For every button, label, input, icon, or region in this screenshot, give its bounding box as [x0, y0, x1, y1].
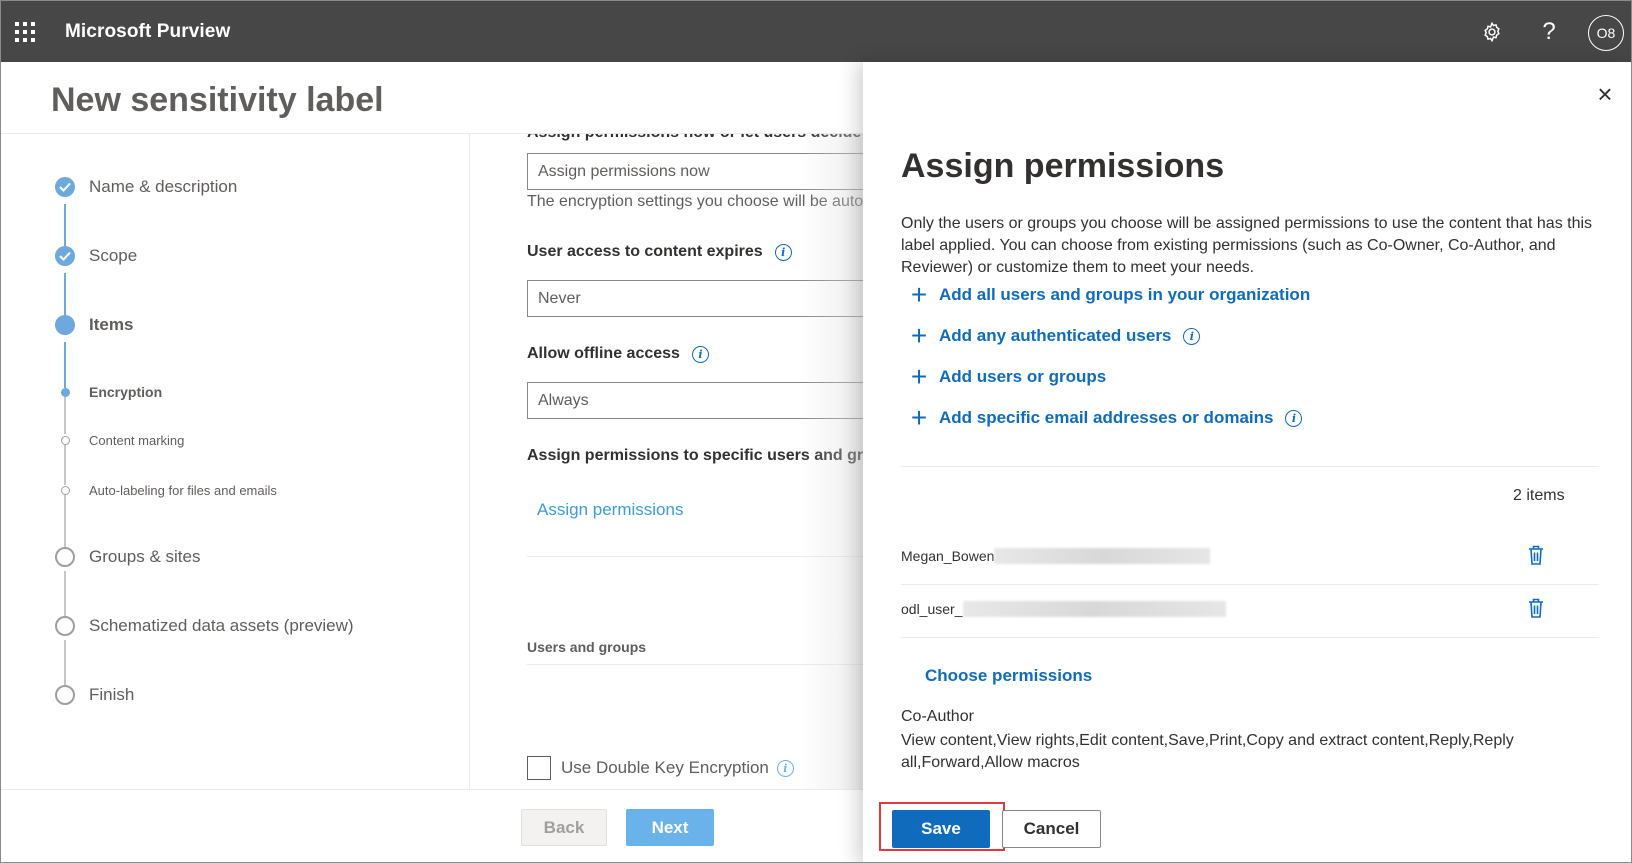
back-button[interactable]: Back — [521, 809, 607, 846]
delete-icon[interactable] — [1527, 544, 1545, 566]
offline-label-text: Allow offline access — [527, 345, 680, 362]
plus-icon: + — [910, 320, 928, 351]
table-row: odl_user_ — [901, 583, 1599, 637]
info-icon[interactable]: i — [1183, 327, 1201, 345]
step-connector — [64, 445, 66, 485]
offline-label: Allow offline access i — [527, 345, 709, 363]
add-option-label: Add any authenticated users — [939, 326, 1172, 345]
footer-divider — [1, 789, 871, 790]
users-groups-heading: Users and groups — [527, 639, 647, 655]
step-connector — [64, 204, 66, 252]
step-name-description[interactable]: Name & description — [55, 177, 237, 197]
user-name: odl_user_ — [901, 601, 1226, 617]
add-email-domains-link[interactable]: + Add specific email addresses or domain… — [909, 402, 1303, 433]
add-users-groups-link[interactable]: + Add users or groups — [909, 363, 1106, 391]
user-name: Megan_Bowen — [901, 548, 1211, 564]
info-icon[interactable]: i — [1285, 409, 1303, 427]
avatar[interactable]: O8 — [1588, 15, 1624, 51]
step-dot — [55, 685, 75, 705]
user-name-text: odl_user_ — [901, 601, 963, 617]
check-icon — [55, 246, 75, 266]
current-substep-dot — [61, 387, 70, 397]
substep-dot — [61, 486, 70, 495]
choose-permissions-link[interactable]: Choose permissions — [925, 666, 1092, 686]
add-option-label: Add all users and groups in your organiz… — [939, 285, 1311, 304]
substep-label: Auto-labeling for files and emails — [89, 483, 277, 498]
step-label: Finish — [89, 685, 135, 704]
substep-label: Encryption — [89, 384, 163, 400]
substep-auto-labeling[interactable]: Auto-labeling for files and emails — [55, 483, 277, 498]
substep-dot — [61, 436, 70, 445]
expires-label: User access to content expires i — [527, 243, 792, 261]
double-key-label: Use Double Key Encryption — [561, 758, 769, 777]
add-authenticated-users-link[interactable]: + Add any authenticated users i — [909, 320, 1201, 351]
cancel-button[interactable]: Cancel — [1002, 810, 1101, 848]
row-divider — [901, 637, 1599, 638]
info-icon[interactable]: i — [691, 345, 709, 363]
add-all-users-link[interactable]: + Add all users and groups in your organ… — [909, 281, 1310, 309]
add-option-label: Add specific email addresses or domains — [939, 408, 1274, 427]
step-label: Name & description — [89, 177, 238, 196]
step-groups-sites[interactable]: Groups & sites — [55, 547, 201, 567]
info-icon[interactable]: i — [776, 759, 794, 777]
role-name: Co-Author — [901, 708, 974, 725]
panel-title: Assign permissions — [901, 147, 1225, 185]
double-key-checkbox[interactable] — [527, 756, 551, 780]
settings-gear-icon[interactable] — [1476, 16, 1508, 48]
permissions-list: View content,View rights,Edit content,Sa… — [901, 732, 1514, 771]
wizard-steps: Name & description Scope Items Encryptio… — [1, 134, 469, 789]
step-dot — [55, 616, 75, 636]
step-dot — [55, 547, 75, 567]
step-schematized-data[interactable]: Schematized data assets (preview) — [55, 616, 354, 636]
check-icon — [55, 177, 75, 197]
panel-shadow — [800, 134, 870, 789]
top-bar: Microsoft Purview ? O8 — [1, 1, 1631, 62]
step-connector — [64, 342, 66, 388]
step-label: Scope — [89, 246, 138, 265]
substep-encryption[interactable]: Encryption — [55, 384, 162, 400]
step-label: Groups & sites — [89, 547, 201, 566]
current-step-dot — [55, 315, 75, 335]
app-launcher-icon[interactable] — [15, 22, 37, 42]
redacted-email — [994, 548, 1211, 564]
close-icon[interactable]: × — [1593, 81, 1617, 107]
step-connector — [64, 495, 66, 551]
items-count: 2 items — [1513, 487, 1565, 504]
substep-content-marking[interactable]: Content marking — [55, 433, 184, 448]
double-key-row: Use Double Key Encryption i — [527, 756, 794, 780]
plus-icon: + — [910, 402, 928, 433]
encryption-form: Assign permissions now or let users deci… — [470, 134, 870, 789]
step-label: Schematized data assets (preview) — [89, 616, 354, 635]
expires-label-text: User access to content expires — [527, 243, 763, 260]
step-items[interactable]: Items — [55, 315, 133, 335]
step-connector — [64, 273, 66, 321]
step-label: Items — [89, 315, 134, 334]
next-button[interactable]: Next — [626, 809, 714, 846]
add-option-label: Add users or groups — [939, 367, 1107, 386]
panel-divider — [901, 466, 1599, 467]
save-button[interactable]: Save — [892, 810, 990, 848]
redacted-email — [962, 601, 1226, 617]
info-icon[interactable]: i — [774, 243, 792, 261]
help-icon[interactable]: ? — [1533, 16, 1565, 48]
panel-description: Only the users or groups you choose will… — [901, 215, 1593, 276]
step-connector — [64, 396, 66, 434]
table-row: Megan_Bowen — [901, 530, 1599, 584]
assign-permissions-panel: × Assign permissions Only the users or g… — [863, 62, 1631, 862]
app-window: Microsoft Purview ? O8 New sensitivity l… — [0, 0, 1632, 863]
page-title: New sensitivity label — [51, 81, 384, 119]
step-connector — [64, 640, 66, 688]
plus-icon: + — [910, 279, 928, 310]
user-name-text: Megan_Bowen — [901, 548, 995, 564]
assign-permissions-link[interactable]: Assign permissions — [537, 500, 683, 520]
step-connector — [64, 571, 66, 619]
delete-icon[interactable] — [1527, 597, 1545, 619]
plus-icon: + — [910, 361, 928, 392]
substep-label: Content marking — [89, 433, 185, 448]
app-title[interactable]: Microsoft Purview — [65, 21, 230, 43]
step-finish[interactable]: Finish — [55, 685, 134, 705]
step-scope[interactable]: Scope — [55, 246, 137, 266]
